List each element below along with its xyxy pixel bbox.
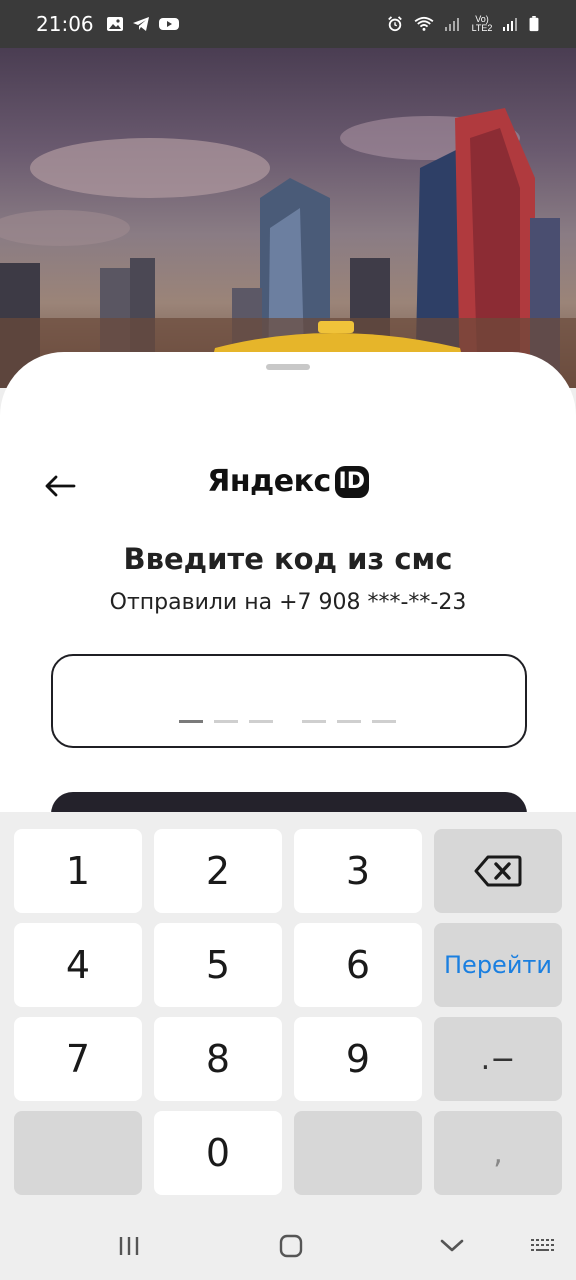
- battery-icon: [529, 16, 539, 32]
- system-nav-bar: [0, 1214, 576, 1280]
- logo-id-badge: ID: [334, 465, 369, 498]
- key-8[interactable]: 8: [154, 1017, 282, 1101]
- dot-dash-key[interactable]: .−: [434, 1017, 562, 1101]
- empty-key-right: [294, 1111, 422, 1195]
- page-subtitle: Отправили на +7 908 ***-**-23: [109, 590, 467, 615]
- home-icon: [279, 1234, 303, 1258]
- keyboard-icon: [531, 1239, 554, 1251]
- key-2[interactable]: 2: [154, 829, 282, 913]
- comma-key[interactable]: ,: [434, 1111, 562, 1195]
- key-1[interactable]: 1: [14, 829, 142, 913]
- signal-icon-2: [503, 18, 517, 31]
- code-slot-2: [214, 720, 238, 723]
- lte-label: Vo) LTE2: [471, 14, 493, 33]
- go-key-label: Перейти: [444, 951, 552, 979]
- code-slot-4: [302, 720, 326, 723]
- code-slot-5: [337, 720, 361, 723]
- logo-text: Яндекс: [207, 464, 331, 499]
- alarm-icon: [388, 16, 402, 32]
- screen: 21:06 Vo) LTE2 Яндекс ID Введите код из …: [0, 0, 576, 1280]
- key-4[interactable]: 4: [14, 923, 142, 1007]
- city-background-image: [0, 48, 576, 388]
- wifi-icon: [414, 16, 434, 31]
- signal-icon: [445, 18, 459, 31]
- backspace-icon: [474, 855, 522, 887]
- key-6[interactable]: 6: [294, 923, 422, 1007]
- key-9[interactable]: 9: [294, 1017, 422, 1101]
- sheet-grabber[interactable]: [266, 364, 310, 370]
- code-slot-1: [179, 720, 203, 723]
- notification-icons: [106, 16, 180, 32]
- youtube-icon: [158, 18, 179, 30]
- system-icons: Vo) LTE2: [386, 15, 540, 33]
- back-chevron-icon: [440, 1239, 464, 1252]
- numeric-keyboard: 1 2 3 4 5 6 Перейти 7 8 9 .− 0 ,: [0, 812, 576, 1280]
- gallery-icon: [106, 17, 123, 31]
- status-time: 21:06: [36, 12, 94, 36]
- page-title: Введите код из смс: [123, 542, 453, 576]
- recent-apps-icon: [119, 1237, 139, 1255]
- key-0[interactable]: 0: [154, 1111, 282, 1195]
- recent-apps-button[interactable]: [114, 1232, 144, 1260]
- comma-label: ,: [493, 1135, 503, 1171]
- code-slot-6: [372, 720, 396, 723]
- code-slot-3: [249, 720, 273, 723]
- empty-key-left: [14, 1111, 142, 1195]
- dot-dash-label: .−: [480, 1041, 516, 1077]
- telegram-icon: [132, 17, 149, 31]
- city-skyline: [0, 108, 576, 388]
- key-3[interactable]: 3: [294, 829, 422, 913]
- keyboard-switch-button[interactable]: [528, 1232, 558, 1260]
- sms-code-input[interactable]: [51, 654, 527, 748]
- backspace-key[interactable]: [434, 829, 562, 913]
- key-7[interactable]: 7: [14, 1017, 142, 1101]
- yandex-id-logo: Яндекс ID: [0, 464, 576, 499]
- status-bar: 21:06 Vo) LTE2: [0, 0, 576, 48]
- back-nav-button[interactable]: [437, 1232, 467, 1260]
- home-button[interactable]: [276, 1232, 306, 1260]
- go-key[interactable]: Перейти: [434, 923, 562, 1007]
- code-slots: [179, 720, 407, 723]
- key-5[interactable]: 5: [154, 923, 282, 1007]
